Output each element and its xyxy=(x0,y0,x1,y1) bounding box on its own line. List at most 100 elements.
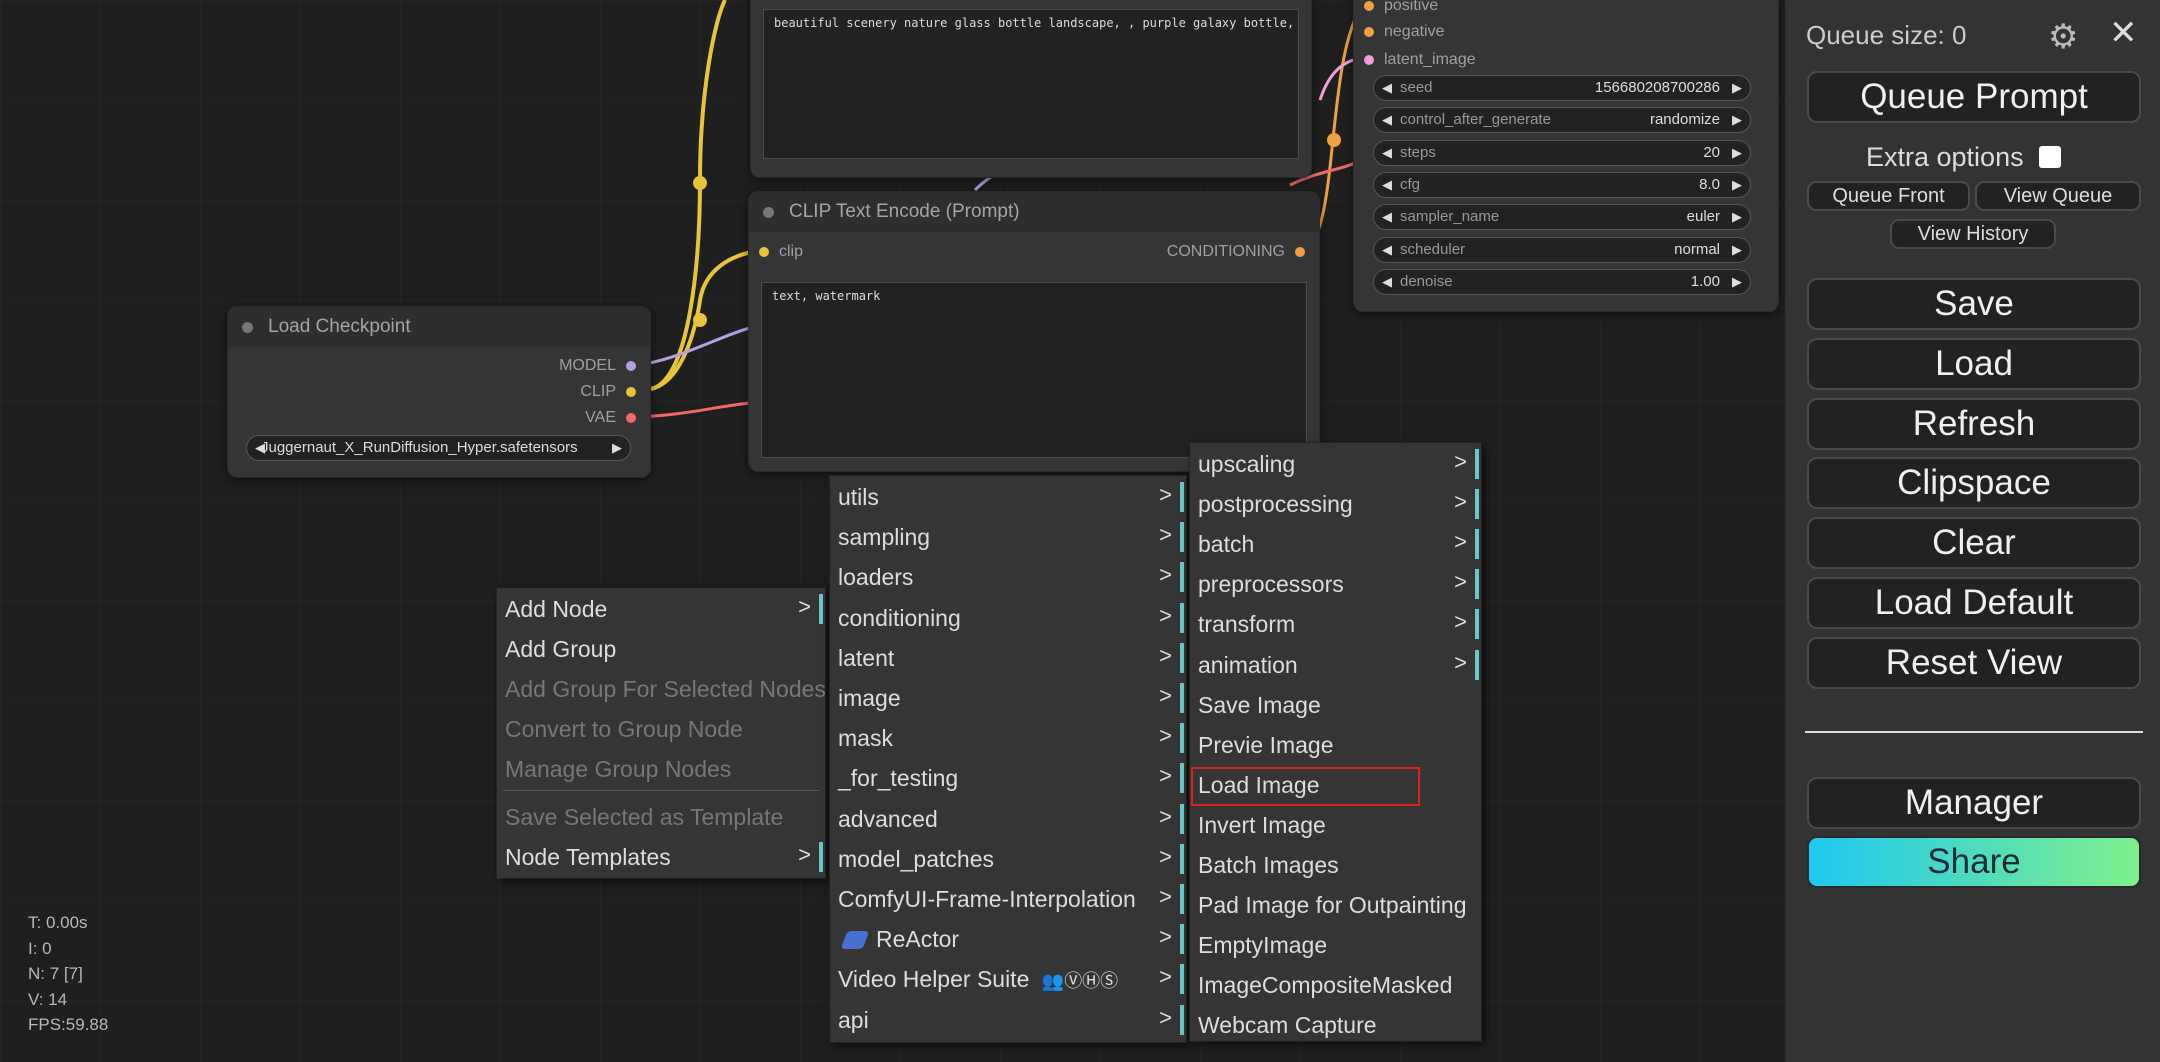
menu-item-label: Add Group xyxy=(505,636,617,662)
widget-decrement-icon[interactable]: ◀ xyxy=(1382,108,1392,132)
graph-canvas[interactable]: beautiful scenery nature glass bottle la… xyxy=(0,0,1785,1062)
widget-increment-icon[interactable]: ▶ xyxy=(1732,173,1742,197)
widget-increment-icon[interactable]: ▶ xyxy=(1732,205,1742,229)
add-node-category-image[interactable]: image > xyxy=(830,679,1186,717)
negative-prompt-textarea[interactable]: text, watermark xyxy=(761,282,1307,458)
queue-prompt-button[interactable]: Queue Prompt xyxy=(1807,71,2141,123)
image-node-save-image[interactable]: Save Image xyxy=(1190,686,1481,724)
clip-input-slot[interactable]: clip xyxy=(759,241,803,263)
queue-front-button[interactable]: Queue Front xyxy=(1807,181,1970,211)
vae-output-dot[interactable] xyxy=(626,412,636,423)
menu-item-add-node[interactable]: Add Node > xyxy=(497,590,825,628)
model-output-dot[interactable] xyxy=(626,360,636,371)
widget-name: denoise xyxy=(1400,272,1453,290)
widget-decrement-icon[interactable]: ◀ xyxy=(1382,270,1392,294)
widget-decrement-icon[interactable]: ◀ xyxy=(1382,238,1392,262)
widget-decrement-icon[interactable]: ◀ xyxy=(1382,76,1392,100)
image-node-transform[interactable]: transform > xyxy=(1190,605,1481,643)
share-button[interactable]: Share xyxy=(1807,836,2141,888)
submenu-arrow-icon: > xyxy=(1454,649,1467,675)
manager-button[interactable]: Manager xyxy=(1807,777,2141,829)
clip-output-dot[interactable] xyxy=(626,386,636,397)
image-node-webcam-capture[interactable]: Webcam Capture xyxy=(1190,1006,1481,1044)
refresh-button[interactable]: Refresh xyxy=(1807,397,2141,450)
clipspace-button[interactable]: Clipspace xyxy=(1807,457,2141,510)
image-node-invert-image[interactable]: Invert Image xyxy=(1190,806,1481,844)
widget-increment-icon[interactable]: ▶ xyxy=(1732,76,1742,100)
checkpoint-node-title[interactable]: Load Checkpoint xyxy=(228,307,650,347)
add-node-category-reactor[interactable]: ReActor > xyxy=(830,920,1186,958)
conditioning-output-slot[interactable]: CONDITIONING xyxy=(1167,241,1305,263)
add-node-category-advanced[interactable]: advanced > xyxy=(830,800,1186,838)
widget-increment-icon[interactable]: ▶ xyxy=(1732,108,1742,132)
widget-denoise[interactable]: ◀ denoise 1.00 ▶ xyxy=(1373,268,1751,295)
menu-item-node-templates[interactable]: Node Templates > xyxy=(497,838,825,876)
clip-node-title[interactable]: CLIP Text Encode (Prompt) xyxy=(749,192,1319,232)
load-checkpoint-node[interactable]: Load Checkpoint MODEL CLIP VAE ◀ Juggern… xyxy=(227,306,651,478)
image-node-imagecompositemasked[interactable]: ImageCompositeMasked xyxy=(1190,966,1481,1004)
image-node-postprocessing[interactable]: postprocessing > xyxy=(1190,485,1481,523)
reset-view-button[interactable]: Reset View xyxy=(1807,636,2141,689)
widget-sampler-name[interactable]: ◀ sampler_name euler ▶ xyxy=(1373,204,1751,231)
image-node-pad-image-for-outpainting[interactable]: Pad Image for Outpainting xyxy=(1190,886,1481,924)
negative-input-dot[interactable] xyxy=(1364,26,1374,37)
widget-decrement-icon[interactable]: ◀ xyxy=(1382,205,1392,229)
latent-input-dot[interactable] xyxy=(1364,54,1374,65)
add-node-category-comfyui-frame-interpolation[interactable]: ComfyUI-Frame-Interpolation > xyxy=(830,880,1186,918)
positive-input-slot[interactable]: positive xyxy=(1364,0,1438,17)
add-node-category-loaders[interactable]: loaders > xyxy=(830,558,1186,596)
positive-prompt-node[interactable]: beautiful scenery nature glass bottle la… xyxy=(750,0,1312,178)
add-node-category-model-patches[interactable]: model_patches > xyxy=(830,840,1186,878)
clip-output-slot[interactable]: CLIP xyxy=(580,381,636,403)
widget-increment-icon[interactable]: ▶ xyxy=(1732,141,1742,165)
add-node-category-mask[interactable]: mask > xyxy=(830,719,1186,757)
widget-decrement-icon[interactable]: ◀ xyxy=(1382,173,1392,197)
image-node-upscaling[interactable]: upscaling > xyxy=(1190,445,1481,483)
widget-steps[interactable]: ◀ steps 20 ▶ xyxy=(1373,139,1751,166)
clear-button[interactable]: Clear xyxy=(1807,517,2141,570)
ksampler-node[interactable]: positive negative latent_image ◀ seed 1566… xyxy=(1353,0,1779,312)
save-button[interactable]: Save xyxy=(1807,278,2141,330)
clip-text-encode-node[interactable]: CLIP Text Encode (Prompt) clip CONDITION… xyxy=(748,191,1320,472)
ckpt-name-combo[interactable]: ◀ Juggernaut_X_RunDiffusion_Hyper.safete… xyxy=(246,435,631,461)
widget-scheduler[interactable]: ◀ scheduler normal ▶ xyxy=(1373,236,1751,263)
add-node-category-for-testing[interactable]: _for_testing > xyxy=(830,759,1186,797)
image-node-batch[interactable]: batch > xyxy=(1190,525,1481,563)
image-node-previe-image[interactable]: Previe Image xyxy=(1190,726,1481,764)
widget-increment-icon[interactable]: ▶ xyxy=(1732,238,1742,262)
image-node-batch-images[interactable]: Batch Images xyxy=(1190,846,1481,884)
combo-right-arrow-icon[interactable]: ▶ xyxy=(612,436,622,460)
view-queue-button[interactable]: View Queue xyxy=(1975,181,2141,211)
clip-input-dot[interactable] xyxy=(759,246,769,257)
image-node-preprocessors[interactable]: preprocessors > xyxy=(1190,565,1481,603)
settings-gear-icon[interactable]: ⚙ xyxy=(2048,18,2078,56)
load-button[interactable]: Load xyxy=(1807,337,2141,390)
widget-value: 8.0 xyxy=(1699,175,1720,193)
image-node-animation[interactable]: animation > xyxy=(1190,646,1481,684)
menu-item-add-group[interactable]: Add Group xyxy=(497,630,825,668)
widget-seed[interactable]: ◀ seed 156680208700286 ▶ xyxy=(1373,75,1751,101)
wire-model xyxy=(636,323,761,367)
positive-prompt-textarea[interactable]: beautiful scenery nature glass bottle la… xyxy=(763,9,1299,159)
model-output-slot[interactable]: MODEL xyxy=(559,355,636,377)
negative-input-slot[interactable]: negative xyxy=(1364,21,1445,43)
add-node-category-sampling[interactable]: sampling > xyxy=(830,518,1186,556)
add-node-category-video-helper-suite[interactable]: Video Helper Suite 👥ⓋⒽⓈ > xyxy=(830,960,1186,998)
image-node-emptyimage[interactable]: EmptyImage xyxy=(1190,926,1481,964)
add-node-category-api[interactable]: api > xyxy=(830,1001,1186,1039)
close-icon[interactable]: ✕ xyxy=(2109,14,2138,52)
latent-input-slot[interactable]: latent_image xyxy=(1364,49,1476,71)
widget-control-after-generate[interactable]: ◀ control_after_generate randomize ▶ xyxy=(1373,107,1751,134)
extra-options-checkbox[interactable] xyxy=(2039,146,2062,168)
view-history-button[interactable]: View History xyxy=(1890,219,2056,249)
load-default-button[interactable]: Load Default xyxy=(1807,577,2141,629)
add-node-category-conditioning[interactable]: conditioning > xyxy=(830,599,1186,637)
vae-output-slot[interactable]: VAE xyxy=(585,407,636,429)
conditioning-output-dot[interactable] xyxy=(1295,246,1305,257)
add-node-category-utils[interactable]: utils > xyxy=(830,478,1186,516)
widget-increment-icon[interactable]: ▶ xyxy=(1732,270,1742,294)
positive-input-dot[interactable] xyxy=(1364,0,1374,11)
widget-decrement-icon[interactable]: ◀ xyxy=(1382,141,1392,165)
widget-cfg[interactable]: ◀ cfg 8.0 ▶ xyxy=(1373,171,1751,198)
add-node-category-latent[interactable]: latent > xyxy=(830,639,1186,677)
